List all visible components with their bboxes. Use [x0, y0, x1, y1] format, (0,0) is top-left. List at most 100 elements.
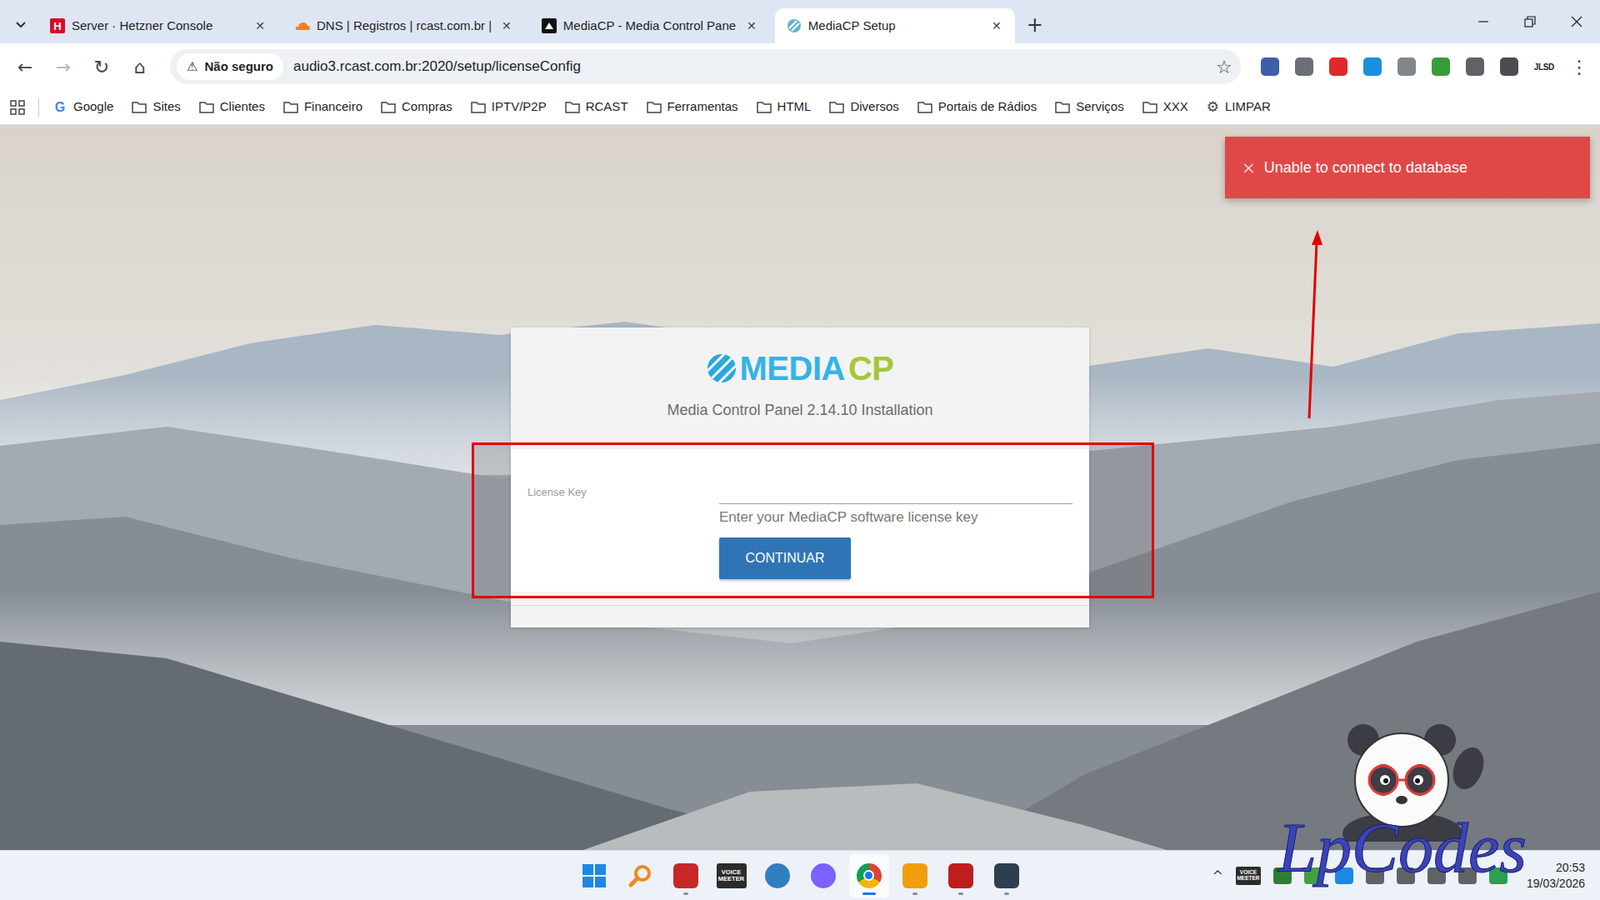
bookmark-item[interactable]: GGoogle	[52, 97, 114, 118]
browser-tab[interactable]: DNS | Registros | rcast.com.br | ✕	[283, 8, 525, 44]
mediacp-logo: MEDIACP	[510, 350, 1090, 387]
extension-icon[interactable]	[1363, 57, 1382, 76]
bookmark-label: Sites	[152, 97, 180, 117]
tray-icon[interactable]	[1489, 867, 1508, 885]
extension-icon[interactable]	[1500, 57, 1519, 76]
taskbar-app[interactable]	[757, 854, 798, 898]
license-key-hint: Enter your MediaCP software license key	[719, 507, 1073, 528]
restore-icon[interactable]	[1506, 0, 1554, 44]
tab-close-button[interactable]: ✕	[498, 17, 515, 35]
bookmark-item[interactable]: ⚙LIMPAR	[1206, 96, 1271, 119]
bookmark-item[interactable]: IPTV/P2P	[470, 97, 547, 117]
menu-button[interactable]: ⋮	[1570, 53, 1589, 81]
license-form: License KeyEnter your MediaCP software l…	[510, 449, 1090, 592]
app-icon[interactable]	[810, 863, 836, 889]
extension-icon[interactable]	[1397, 57, 1416, 76]
tray-icon[interactable]	[1458, 867, 1477, 885]
minimize-icon[interactable]	[1460, 0, 1507, 44]
browser-window: HServer · Hetzner Console✕DNS | Registro…	[0, 0, 1600, 900]
bookmark-item[interactable]: RCAST	[565, 97, 629, 117]
browser-tab[interactable]: MediaCP Setup✕	[775, 8, 1015, 44]
profile-button[interactable]: JLSD	[1534, 60, 1555, 74]
bookmark-label: XXX	[1163, 97, 1189, 117]
tab-close-button[interactable]: ✕	[988, 17, 1005, 35]
new-tab-button[interactable]: +	[1020, 10, 1050, 40]
taskbar-app[interactable]	[665, 854, 706, 898]
taskbar-app[interactable]	[986, 854, 1027, 898]
tab-label: DNS | Registros | rcast.com.br |	[316, 16, 492, 36]
extension-icon[interactable]	[1431, 57, 1450, 76]
chrome-icon[interactable]	[856, 863, 882, 889]
tray-icon[interactable]	[1335, 867, 1354, 885]
bookmark-label: RCAST	[585, 97, 629, 117]
voicemeeter-icon[interactable]: VOICE MEETER	[716, 863, 747, 889]
running-indicator	[1004, 892, 1010, 895]
setup-card: MEDIACPMedia Control Panel 2.14.10 Insta…	[510, 327, 1090, 628]
bookmark-item[interactable]: Clientes	[199, 97, 265, 117]
taskbar-app[interactable]	[940, 854, 981, 898]
tab-close-button[interactable]: ✕	[251, 17, 269, 35]
bookmark-item[interactable]: Sites	[131, 97, 180, 117]
taskbar-app[interactable]	[895, 854, 935, 898]
taskbar-app[interactable]	[574, 854, 615, 898]
reload-button[interactable]: ↻	[85, 50, 119, 84]
bookmark-item[interactable]: XXX	[1142, 97, 1189, 117]
app-icon[interactable]	[765, 863, 790, 889]
home-button[interactable]: ⌂	[123, 50, 157, 84]
tab-strip: HServer · Hetzner Console✕DNS | Registro…	[0, 0, 1600, 44]
running-indicator	[683, 892, 689, 895]
folder-icon	[283, 100, 299, 114]
taskbar-app[interactable]	[849, 854, 890, 898]
bookmark-item[interactable]: Financeiro	[283, 97, 363, 117]
bookmark-item[interactable]: Serviços	[1055, 97, 1125, 117]
search-icon[interactable]	[627, 863, 653, 889]
close-icon[interactable]: ×	[1241, 155, 1256, 180]
extension-icon[interactable]	[1295, 57, 1314, 76]
app-icon[interactable]	[673, 863, 699, 889]
bookmark-item[interactable]: Ferramentas	[646, 97, 739, 117]
security-chip[interactable]: ⚠Não seguro	[176, 53, 284, 81]
extension-icon[interactable]	[1329, 57, 1348, 76]
license-key-input[interactable]	[719, 479, 1073, 505]
bookmark-label: Portais de Rádios	[938, 97, 1037, 117]
windows-icon[interactable]	[581, 863, 607, 889]
app-icon[interactable]	[994, 863, 1020, 889]
extension-icon[interactable]	[1260, 57, 1280, 76]
app-icon[interactable]	[948, 863, 974, 889]
tab-list-icon[interactable]	[6, 10, 35, 39]
url-text[interactable]: audio3.rcast.com.br:2020/setup/licenseCo…	[293, 55, 1206, 78]
voicemeeter-icon[interactable]: VOICE MEETER	[1235, 866, 1261, 885]
clock[interactable]: 20:5319/03/2026	[1526, 860, 1585, 892]
system-tray: ^ VOICE MEETER 20:5319/03/2026	[1026, 860, 1600, 892]
browser-tab[interactable]: HServer · Hetzner Console✕	[38, 8, 279, 44]
tray-icon[interactable]	[1365, 867, 1385, 885]
tray-icon[interactable]	[1273, 867, 1292, 885]
browser-tab[interactable]: MediaCP - Media Control Pane ✕	[530, 8, 770, 44]
back-button[interactable]: ←	[8, 50, 42, 84]
taskbar-app[interactable]	[803, 854, 844, 898]
bookmark-label: Ferramentas	[667, 97, 739, 117]
tray-toggle-button[interactable]: ^	[1212, 865, 1224, 886]
taskbar-app[interactable]: VOICE MEETER	[711, 854, 752, 898]
apps-grid-icon[interactable]	[10, 100, 25, 115]
bookmark-star-icon[interactable]: ☆	[1215, 53, 1233, 81]
bookmark-item[interactable]: HTML	[756, 97, 812, 117]
extension-icon[interactable]	[1465, 57, 1485, 76]
tray-icon[interactable]	[1427, 867, 1446, 885]
address-bar[interactable]: ⚠Não seguro audio3.rcast.com.br:2020/setu…	[170, 49, 1241, 85]
close-icon[interactable]	[1553, 0, 1600, 44]
bookmark-item[interactable]: Diversos	[829, 97, 899, 117]
bookmark-item[interactable]: Compras	[380, 97, 453, 117]
clock-date: 19/03/2026	[1526, 875, 1585, 892]
tab-close-button[interactable]: ✕	[743, 17, 760, 35]
bookmark-item[interactable]: Portais de Rádios	[917, 97, 1037, 117]
tray-icon[interactable]	[1396, 867, 1415, 885]
continue-button[interactable]: CONTINUAR	[719, 537, 851, 580]
taskbar-app[interactable]	[620, 854, 660, 898]
forward-button[interactable]: →	[46, 50, 80, 84]
security-label: Não seguro	[204, 57, 274, 77]
mediacp-icon	[541, 18, 557, 34]
tab-label: MediaCP - Media Control Pane	[563, 16, 737, 36]
app-icon[interactable]	[902, 863, 928, 889]
tray-icon[interactable]	[1304, 867, 1323, 885]
